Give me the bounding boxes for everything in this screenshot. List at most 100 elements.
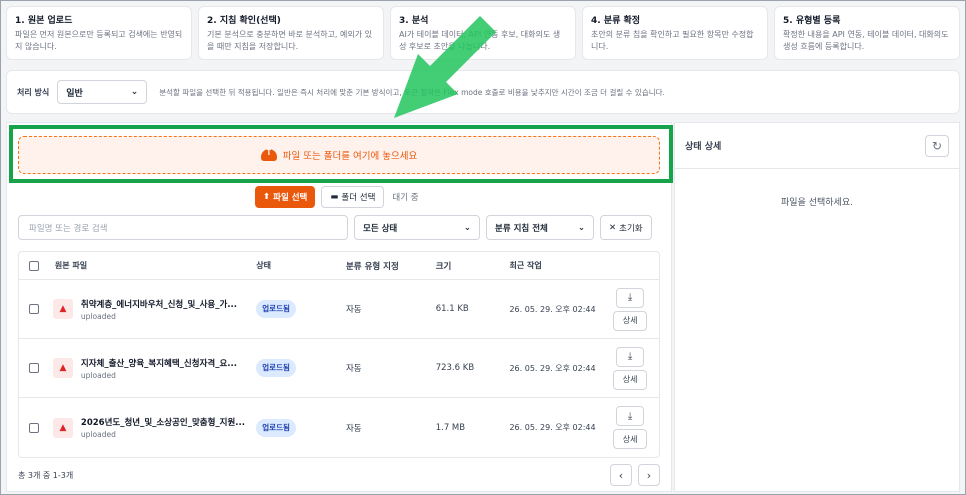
search-input[interactable]: 파일명 또는 경로 검색 bbox=[18, 215, 348, 240]
status-filter-select[interactable]: 모든 상태 ⌄ bbox=[354, 215, 480, 240]
row-checkbox[interactable] bbox=[28, 304, 39, 314]
mode-label: 처리 방식 bbox=[17, 87, 50, 97]
row-checkbox-cell bbox=[19, 422, 49, 433]
status-badge: 업로드됨 bbox=[256, 300, 296, 318]
search-placeholder: 파일명 또는 경로 검색 bbox=[29, 223, 108, 234]
dropzone-highlight-box bbox=[9, 125, 673, 183]
time-cell: 26. 05. 29. 오후 02:44 bbox=[509, 363, 596, 373]
mode-description: 분석할 파일을 선택한 뒤 적용됩니다. 일반은 즉시 처리에 맞춘 기본 방식… bbox=[159, 87, 665, 97]
status-detail-header: 상태 상세 ↻ bbox=[675, 123, 959, 169]
actions-cell: ⤓ 상세 bbox=[601, 346, 659, 390]
row-checkbox-cell bbox=[19, 304, 49, 314]
step-card-upload: 1. 원본 업로드 파일은 먼저 원본으로만 등록되고 검색에는 반영되지 않습… bbox=[6, 6, 192, 60]
upload-status-text: 대기 중 bbox=[392, 193, 419, 203]
mode-select[interactable]: 일반 ⌄ bbox=[57, 80, 148, 104]
row-checkbox-cell bbox=[19, 363, 49, 373]
refresh-button[interactable]: ↻ bbox=[925, 134, 949, 157]
step-title: 2. 지침 확인(선택) bbox=[207, 16, 281, 26]
reset-button[interactable]: ✕ 초기화 bbox=[600, 215, 652, 240]
status-cell: 업로드됨 bbox=[256, 300, 346, 318]
pagination: ‹ › bbox=[610, 464, 660, 486]
file-sub: uploaded bbox=[80, 370, 116, 380]
step-card-register: 5. 유형별 등록 확정한 내용을 API 연동, 테이블 데이터, 대화의도 … bbox=[774, 6, 960, 60]
step-title: 5. 유형별 등록 bbox=[783, 16, 841, 26]
mode-select-value: 일반 bbox=[66, 88, 83, 99]
type-cell: 자동 bbox=[345, 423, 362, 434]
file-table: 원본 파일 상태 분류 유형 지정 크기 최근 작업 ▲ 취약계층_에너지바우처… bbox=[18, 251, 660, 458]
file-meta: 취약계층_에너지바우처_신청_및_사용_가... uploaded bbox=[81, 298, 251, 321]
step-cards: 1. 원본 업로드 파일은 먼저 원본으로만 등록되고 검색에는 반영되지 않습… bbox=[6, 6, 960, 60]
file-sub: uploaded bbox=[80, 430, 116, 439]
chevron-down-icon: ⌄ bbox=[577, 222, 585, 233]
header-file: 원본 파일 bbox=[54, 261, 88, 270]
header-type: 분류 유형 지정 bbox=[345, 261, 399, 272]
close-icon: ✕ bbox=[609, 222, 617, 233]
select-all-cell bbox=[19, 260, 49, 271]
table-row[interactable]: ▲ 취약계층_에너지바우처_신청_및_사용_가... uploaded 업로드됨… bbox=[19, 280, 659, 339]
folder-select-label: 폴더 선택 bbox=[341, 193, 376, 203]
step-desc: 기본 분석으로 충분하면 바로 분석하고, 예외가 있을 때만 지침을 저장합니… bbox=[207, 30, 372, 51]
status-filter-value: 모든 상태 bbox=[363, 223, 398, 234]
pdf-file-icon: ▲ bbox=[52, 417, 73, 438]
table-header: 원본 파일 상태 분류 유형 지정 크기 최근 작업 bbox=[19, 252, 659, 280]
size-cell: 1.7 MB bbox=[435, 422, 466, 433]
header-status: 상태 bbox=[256, 261, 271, 270]
folder-icon: ▬ bbox=[330, 192, 339, 202]
download-button[interactable]: ⤓ bbox=[616, 346, 645, 367]
size-cell: 61.1 KB bbox=[435, 304, 469, 314]
file-cell: ▲ 2026년도_청년_및_소상공인_맞춤형_지원... uploaded bbox=[49, 416, 256, 439]
upload-actions: ⬆ 파일 선택 ▬ 폴더 선택 대기 중 bbox=[255, 186, 419, 208]
step-title: 3. 분석 bbox=[399, 16, 429, 26]
detail-button[interactable]: 상세 bbox=[613, 429, 648, 449]
step-desc: 파일은 먼저 원본으로만 등록되고 검색에는 반영되지 않습니다. bbox=[15, 30, 183, 51]
file-name: 지자체_출산_양육_복지혜택_신청자격_요... bbox=[80, 358, 237, 369]
detail-button[interactable]: 상세 bbox=[613, 310, 648, 331]
reset-label: 초기화 bbox=[619, 223, 643, 234]
actions-cell: ⤓ 상세 bbox=[601, 406, 659, 449]
step-desc: 초안의 분류 칩을 확인하고 필요한 항목만 수정합니다. bbox=[591, 30, 754, 51]
pagination-summary: 총 3개 중 1-3개 bbox=[18, 470, 74, 480]
prev-page-button[interactable]: ‹ bbox=[610, 464, 632, 486]
chevron-left-icon: ‹ bbox=[618, 468, 624, 482]
file-cell: ▲ 지자체_출산_양육_복지혜택_신청자격_요... uploaded bbox=[49, 357, 256, 380]
download-icon: ⤓ bbox=[627, 410, 633, 422]
upload-icon: ⬆ bbox=[263, 192, 271, 202]
table-row[interactable]: ▲ 2026년도_청년_및_소상공인_맞춤형_지원... uploaded 업로… bbox=[19, 398, 659, 457]
chevron-down-icon: ⌄ bbox=[463, 222, 471, 233]
file-sub: uploaded bbox=[80, 311, 116, 321]
file-meta: 2026년도_청년_및_소상공인_맞춤형_지원... uploaded bbox=[81, 416, 251, 439]
refresh-icon: ↻ bbox=[931, 138, 943, 153]
folder-select-button[interactable]: ▬ 폴더 선택 bbox=[321, 186, 385, 208]
time-cell: 26. 05. 29. 오후 02:44 bbox=[509, 304, 596, 314]
select-all-checkbox[interactable] bbox=[28, 260, 39, 271]
type-cell: 자동 bbox=[345, 364, 362, 374]
table-footer: 총 3개 중 1-3개 ‹ › bbox=[18, 464, 660, 486]
guide-filter-select[interactable]: 분류 지침 전체 ⌄ bbox=[486, 215, 594, 240]
guide-filter-value: 분류 지침 전체 bbox=[495, 223, 548, 234]
step-card-analyze: 3. 분석 AI가 테이블 데이터, API 연동 후보, 대화의도 생성 후보… bbox=[390, 6, 576, 60]
pdf-file-icon: ▲ bbox=[52, 358, 73, 378]
download-button[interactable]: ⤓ bbox=[616, 287, 645, 308]
file-select-label: 파일 선택 bbox=[273, 193, 308, 203]
row-checkbox[interactable] bbox=[28, 422, 39, 433]
status-cell: 업로드됨 bbox=[256, 418, 346, 437]
status-cell: 업로드됨 bbox=[256, 359, 346, 377]
row-checkbox[interactable] bbox=[28, 363, 39, 373]
actions-cell: ⤓ 상세 bbox=[601, 287, 659, 331]
type-cell: 자동 bbox=[345, 305, 362, 315]
status-badge: 업로드됨 bbox=[256, 359, 296, 377]
filter-bar: 파일명 또는 경로 검색 모든 상태 ⌄ 분류 지침 전체 ⌄ ✕ 초기화 bbox=[18, 215, 652, 240]
step-card-guide: 2. 지침 확인(선택) 기본 분석으로 충분하면 바로 분석하고, 예외가 있… bbox=[198, 6, 384, 60]
file-cell: ▲ 취약계층_에너지바우처_신청_및_사용_가... uploaded bbox=[49, 298, 256, 321]
next-page-button[interactable]: › bbox=[638, 464, 660, 486]
step-title: 1. 원본 업로드 bbox=[15, 16, 73, 26]
download-button[interactable]: ⤓ bbox=[616, 406, 645, 426]
step-title: 4. 분류 확정 bbox=[591, 16, 641, 26]
status-badge: 업로드됨 bbox=[256, 418, 296, 437]
file-select-button[interactable]: ⬆ 파일 선택 bbox=[255, 186, 316, 208]
size-cell: 723.6 KB bbox=[435, 363, 475, 373]
detail-button[interactable]: 상세 bbox=[613, 369, 648, 390]
table-row[interactable]: ▲ 지자체_출산_양육_복지혜택_신청자격_요... uploaded 업로드됨… bbox=[19, 339, 659, 398]
file-meta: 지자체_출산_양육_복지혜택_신청자격_요... uploaded bbox=[81, 357, 251, 380]
pdf-file-icon: ▲ bbox=[52, 299, 73, 319]
